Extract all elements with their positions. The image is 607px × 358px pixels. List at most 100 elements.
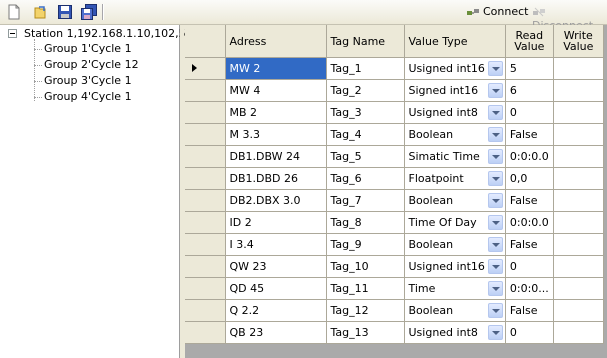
- new-file-icon[interactable]: [6, 4, 22, 20]
- cell-tag-name[interactable]: Tag_13: [326, 321, 405, 344]
- cell-address[interactable]: MB 2: [225, 101, 327, 124]
- cell-tag-name[interactable]: Tag_11: [326, 277, 405, 300]
- chevron-down-icon[interactable]: [487, 215, 503, 230]
- cell-value-type[interactable]: Boolean: [404, 233, 506, 256]
- tree-item-group-1[interactable]: Group 1'Cycle 1: [44, 42, 132, 56]
- collapse-toggle[interactable]: [8, 29, 17, 38]
- cell-value-type[interactable]: Time: [404, 277, 506, 300]
- tree-item-group-4[interactable]: Group 4'Cycle 1: [44, 90, 132, 104]
- chevron-down-icon[interactable]: [487, 193, 503, 208]
- chevron-down-icon[interactable]: [487, 303, 503, 318]
- tree-root-station[interactable]: Station 1,192.168.1.10,102,50: [24, 27, 193, 41]
- table-row[interactable]: QB 23 Tag_13 Usigned int8 0: [185, 321, 604, 344]
- row-header[interactable]: [185, 79, 226, 102]
- cell-address[interactable]: Q 2.2: [225, 299, 327, 322]
- cell-tag-name[interactable]: Tag_10: [326, 255, 405, 278]
- chevron-down-icon[interactable]: [487, 61, 503, 76]
- cell-address[interactable]: I 3.4: [225, 233, 327, 256]
- chevron-down-icon[interactable]: [487, 127, 503, 142]
- row-header[interactable]: [185, 145, 226, 168]
- cell-write-value[interactable]: [553, 321, 604, 344]
- cell-write-value[interactable]: [553, 277, 604, 300]
- cell-tag-name[interactable]: Tag_6: [326, 167, 405, 190]
- cell-value-type[interactable]: Signed int16: [404, 79, 506, 102]
- cell-address[interactable]: M 3.3: [225, 123, 327, 146]
- cell-address[interactable]: QB 23: [225, 321, 327, 344]
- table-row[interactable]: MW 2 Tag_1 Usigned int16 5: [185, 57, 604, 80]
- chevron-down-icon[interactable]: [487, 325, 503, 340]
- table-row[interactable]: DB2.DBX 3.0 Tag_7 Boolean False: [185, 189, 604, 212]
- column-header-value-type[interactable]: Value Type: [404, 25, 506, 58]
- cell-value-type[interactable]: Usigned int16: [404, 255, 506, 278]
- cell-write-value[interactable]: [553, 189, 604, 212]
- chevron-down-icon[interactable]: [487, 281, 503, 296]
- open-folder-icon[interactable]: [33, 4, 49, 20]
- cell-address[interactable]: DB2.DBX 3.0: [225, 189, 327, 212]
- cell-address[interactable]: MW 4: [225, 79, 327, 102]
- cell-write-value[interactable]: [553, 145, 604, 168]
- save-icon[interactable]: [57, 4, 73, 20]
- chevron-down-icon[interactable]: [487, 105, 503, 120]
- connect-button[interactable]: Connect: [466, 5, 528, 19]
- table-row[interactable]: Q 2.2 Tag_12 Boolean False: [185, 299, 604, 322]
- cell-value-type[interactable]: Simatic Time: [404, 145, 506, 168]
- chevron-down-icon[interactable]: [487, 237, 503, 252]
- cell-tag-name[interactable]: Tag_4: [326, 123, 405, 146]
- column-header-write-value[interactable]: Write Value: [553, 25, 604, 58]
- row-header[interactable]: [185, 123, 226, 146]
- cell-write-value[interactable]: [553, 233, 604, 256]
- cell-value-type[interactable]: Boolean: [404, 123, 506, 146]
- disconnect-button[interactable]: Disconnect: [532, 5, 607, 32]
- cell-address[interactable]: ID 2: [225, 211, 327, 234]
- table-row[interactable]: I 3.4 Tag_9 Boolean False: [185, 233, 604, 256]
- cell-tag-name[interactable]: Tag_12: [326, 299, 405, 322]
- row-header[interactable]: [185, 321, 226, 344]
- tree-item-group-2[interactable]: Group 2'Cycle 12: [44, 58, 139, 72]
- cell-write-value[interactable]: [553, 101, 604, 124]
- cell-write-value[interactable]: [553, 57, 604, 80]
- row-header[interactable]: [185, 57, 226, 80]
- column-header-tag-name[interactable]: Tag Name: [326, 25, 405, 58]
- chevron-down-icon[interactable]: [487, 171, 503, 186]
- cell-value-type[interactable]: Floatpoint: [404, 167, 506, 190]
- row-header[interactable]: [185, 255, 226, 278]
- chevron-down-icon[interactable]: [487, 83, 503, 98]
- table-row[interactable]: ID 2 Tag_8 Time Of Day 0:0:0.0: [185, 211, 604, 234]
- cell-value-type[interactable]: Boolean: [404, 299, 506, 322]
- cell-write-value[interactable]: [553, 299, 604, 322]
- cell-tag-name[interactable]: Tag_8: [326, 211, 405, 234]
- row-header[interactable]: [185, 233, 226, 256]
- row-header[interactable]: [185, 167, 226, 190]
- table-row[interactable]: M 3.3 Tag_4 Boolean False: [185, 123, 604, 146]
- cell-tag-name[interactable]: Tag_9: [326, 233, 405, 256]
- table-row[interactable]: QW 23 Tag_10 Usigned int16 0: [185, 255, 604, 278]
- cell-address[interactable]: QW 23: [225, 255, 327, 278]
- table-row[interactable]: MW 4 Tag_2 Signed int16 6: [185, 79, 604, 102]
- chevron-down-icon[interactable]: [487, 259, 503, 274]
- cell-address[interactable]: DB1.DBW 24: [225, 145, 327, 168]
- cell-write-value[interactable]: [553, 123, 604, 146]
- cell-write-value[interactable]: [553, 167, 604, 190]
- cell-value-type[interactable]: Time Of Day: [404, 211, 506, 234]
- cell-write-value[interactable]: [553, 211, 604, 234]
- cell-value-type[interactable]: Usigned int8: [404, 101, 506, 124]
- row-header[interactable]: [185, 189, 226, 212]
- cell-value-type[interactable]: Boolean: [404, 189, 506, 212]
- cell-write-value[interactable]: [553, 79, 604, 102]
- cell-value-type[interactable]: Usigned int8: [404, 321, 506, 344]
- table-row[interactable]: DB1.DBW 24 Tag_5 Simatic Time 0:0:0.0: [185, 145, 604, 168]
- tree-item-group-3[interactable]: Group 3'Cycle 1: [44, 74, 132, 88]
- save-all-icon[interactable]: [81, 4, 97, 20]
- row-header[interactable]: [185, 101, 226, 124]
- table-row[interactable]: QD 45 Tag_11 Time 0:0:0...: [185, 277, 604, 300]
- cell-tag-name[interactable]: Tag_5: [326, 145, 405, 168]
- cell-tag-name[interactable]: Tag_3: [326, 101, 405, 124]
- panel-splitter[interactable]: [180, 25, 184, 358]
- column-header-read-value[interactable]: Read Value: [505, 25, 554, 58]
- row-header[interactable]: [185, 299, 226, 322]
- cell-tag-name[interactable]: Tag_2: [326, 79, 405, 102]
- row-header[interactable]: [185, 277, 226, 300]
- chevron-down-icon[interactable]: [487, 149, 503, 164]
- cell-tag-name[interactable]: Tag_1: [326, 57, 405, 80]
- cell-tag-name[interactable]: Tag_7: [326, 189, 405, 212]
